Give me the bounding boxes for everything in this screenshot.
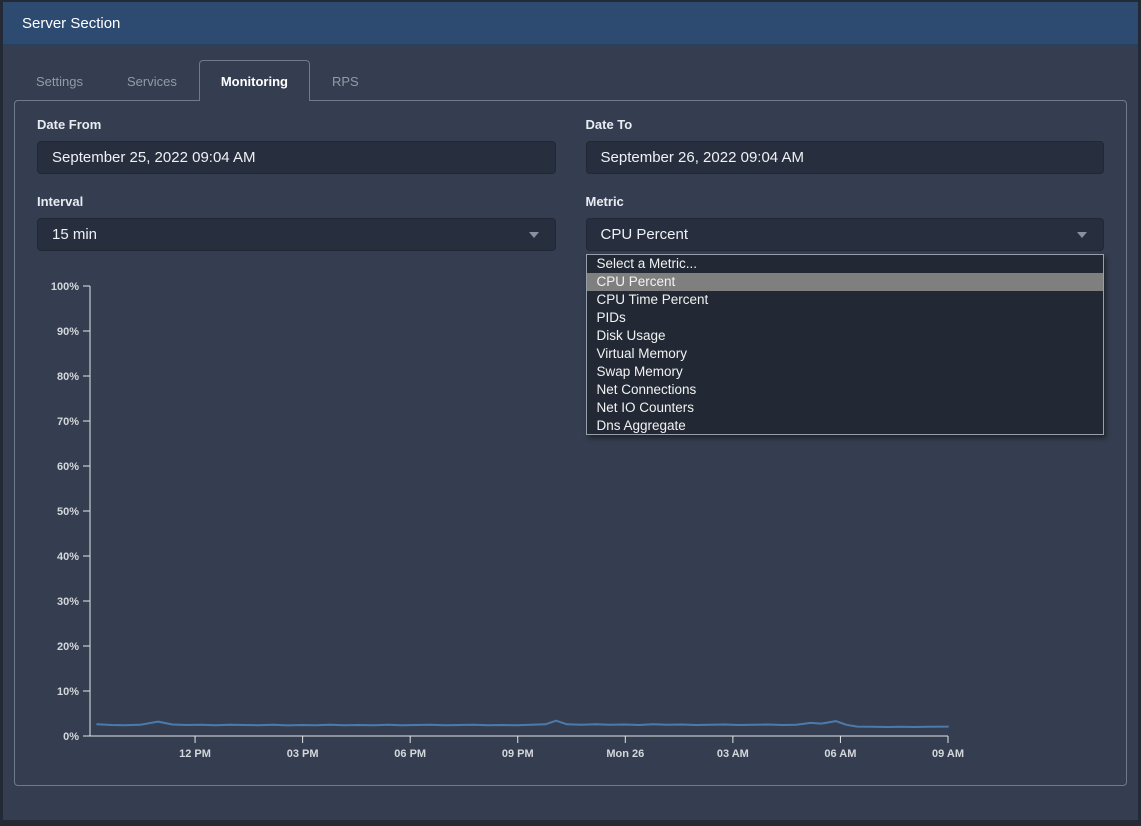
metric-label: Metric — [586, 194, 1105, 209]
metric-option-select-a-metric[interactable]: Select a Metric... — [587, 255, 1104, 273]
metric-selected-value: CPU Percent — [601, 226, 689, 243]
interval-selected-value: 15 min — [52, 226, 97, 243]
monitoring-panel: Date From Date To Interval 15 min Metric… — [14, 100, 1127, 786]
metric-option-virtual-memory[interactable]: Virtual Memory — [587, 345, 1104, 363]
metric-field-group: Metric CPU Percent Select a Metric...CPU… — [586, 194, 1105, 251]
date-to-input[interactable] — [586, 141, 1105, 174]
tab-bar: SettingsServicesMonitoringRPS — [14, 60, 1127, 100]
y-tick-label: 0% — [63, 731, 79, 743]
y-tick-label: 100% — [51, 281, 79, 293]
date-from-label: Date From — [37, 117, 556, 132]
date-from-field-group: Date From — [37, 117, 556, 174]
y-tick-label: 40% — [57, 551, 79, 563]
x-tick-label: 09 AM — [932, 748, 964, 760]
y-tick-label: 20% — [57, 641, 79, 653]
y-tick-label: 30% — [57, 596, 79, 608]
date-to-label: Date To — [586, 117, 1105, 132]
x-tick-label: 06 AM — [824, 748, 856, 760]
x-tick-label: 09 PM — [502, 748, 534, 760]
metric-option-pids[interactable]: PIDs — [587, 309, 1104, 327]
date-to-field-group: Date To — [586, 117, 1105, 174]
y-tick-label: 70% — [57, 416, 79, 428]
x-tick-label: Mon 26 — [606, 748, 644, 760]
interval-label: Interval — [37, 194, 556, 209]
metric-option-dns-aggregate[interactable]: Dns Aggregate — [587, 417, 1104, 435]
series-line-cpu-percent — [97, 721, 948, 727]
chevron-down-icon — [1077, 232, 1087, 238]
metric-option-net-connections[interactable]: Net Connections — [587, 381, 1104, 399]
interval-select[interactable]: 15 min — [37, 218, 556, 251]
metric-option-cpu-percent[interactable]: CPU Percent — [587, 273, 1104, 291]
metric-option-cpu-time-percent[interactable]: CPU Time Percent — [587, 291, 1104, 309]
date-from-input[interactable] — [37, 141, 556, 174]
y-tick-label: 90% — [57, 326, 79, 338]
y-tick-label: 80% — [57, 371, 79, 383]
metric-option-swap-memory[interactable]: Swap Memory — [587, 363, 1104, 381]
app-window: Server Section SettingsServicesMonitorin… — [3, 2, 1138, 820]
metric-dropdown-list: Select a Metric...CPU PercentCPU Time Pe… — [586, 254, 1105, 435]
tab-rps[interactable]: RPS — [310, 60, 381, 101]
metric-option-net-io-counters[interactable]: Net IO Counters — [587, 399, 1104, 417]
chevron-down-icon — [529, 232, 539, 238]
app-header: Server Section — [3, 2, 1138, 45]
tab-services[interactable]: Services — [105, 60, 199, 101]
y-tick-label: 10% — [57, 686, 79, 698]
metric-option-disk-usage[interactable]: Disk Usage — [587, 327, 1104, 345]
x-tick-label: 03 AM — [717, 748, 749, 760]
x-tick-label: 03 PM — [287, 748, 319, 760]
x-tick-label: 12 PM — [179, 748, 211, 760]
interval-field-group: Interval 15 min — [37, 194, 556, 251]
tab-settings[interactable]: Settings — [14, 60, 105, 101]
x-tick-label: 06 PM — [394, 748, 426, 760]
y-tick-label: 50% — [57, 506, 79, 518]
metric-select[interactable]: CPU Percent — [586, 218, 1105, 251]
y-tick-label: 60% — [57, 461, 79, 473]
page-title: Server Section — [22, 15, 120, 32]
tab-monitoring[interactable]: Monitoring — [199, 60, 310, 101]
filter-form: Date From Date To Interval 15 min Metric… — [15, 101, 1126, 251]
